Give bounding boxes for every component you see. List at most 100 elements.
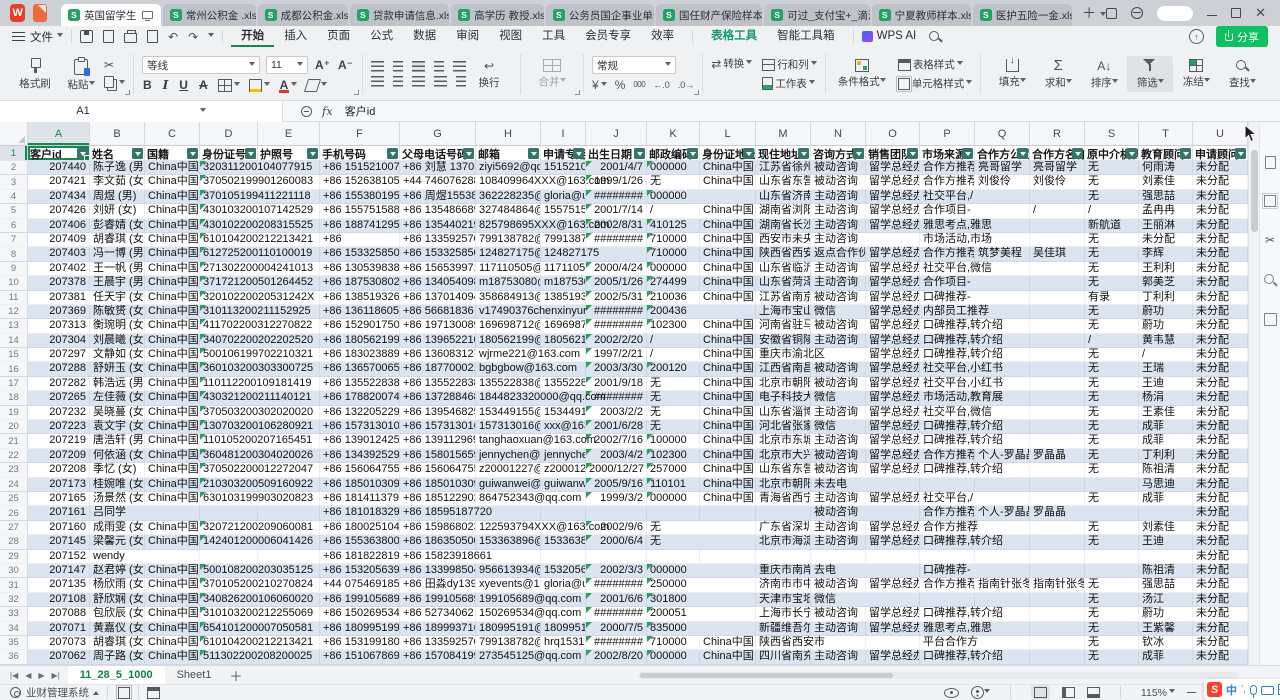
cell-L26[interactable]	[700, 506, 756, 519]
cell-D17[interactable]: 110112200109181419	[200, 377, 258, 390]
cell-H28[interactable]: 153363896@qq.com	[476, 535, 541, 548]
align-center-icon[interactable]	[393, 76, 403, 87]
cell-F23[interactable]: +86 15606475531	[320, 463, 400, 476]
row-header-25[interactable]: 25	[0, 492, 28, 505]
cell-L9[interactable]: China中国	[700, 262, 756, 275]
cell-U10[interactable]: 未分配	[1193, 276, 1248, 289]
cell-R20[interactable]	[1030, 420, 1085, 433]
sum-button[interactable]: Σ求和	[1035, 57, 1081, 92]
cell-G16[interactable]: +86 18770002151	[400, 362, 476, 375]
filter-dropdown-icon[interactable]	[1017, 148, 1028, 159]
cell-J14[interactable]: 2002/2/20	[586, 334, 647, 347]
cell-A3[interactable]: 207421	[28, 175, 90, 188]
cell-N30[interactable]: 去电	[811, 564, 866, 577]
cell-L36[interactable]: China中国	[700, 650, 756, 663]
cell-C19[interactable]: China中国	[145, 406, 200, 419]
cell-N3[interactable]: 被动咨询	[811, 175, 866, 188]
cell-T14[interactable]: 黄韦慧	[1139, 334, 1193, 347]
export-icon[interactable]	[103, 30, 114, 43]
filter-dropdown-icon[interactable]	[1235, 148, 1246, 159]
cell-P3[interactable]: 合作方推荐	[920, 175, 975, 188]
cell-C20[interactable]: China中国	[145, 420, 200, 433]
cell-D14[interactable]: 340702200202202520	[200, 334, 258, 347]
row-header-29[interactable]: 29	[0, 550, 28, 563]
cell-N34[interactable]: 主动咨询	[811, 622, 866, 635]
cell-R34[interactable]	[1030, 622, 1085, 635]
cell-B5[interactable]: 刘妍 (女)	[90, 204, 145, 217]
cell-D34[interactable]: 654101200007050581	[200, 622, 258, 635]
cell-O6[interactable]: 留学总经办	[866, 219, 920, 232]
cell-S5[interactable]: /	[1085, 204, 1139, 217]
cell-M31[interactable]: 济南市市中区	[756, 578, 811, 591]
col-header-L[interactable]: L	[700, 122, 756, 146]
cell-T5[interactable]: 孟冉冉	[1139, 204, 1193, 217]
cell-J19[interactable]: 2003/2/2	[586, 406, 647, 419]
cell-A21[interactable]: 207219	[28, 434, 90, 447]
cell-A11[interactable]: 207381	[28, 291, 90, 304]
cell-B20[interactable]: 袁文宇 (女)	[90, 420, 145, 433]
cell-H19[interactable]: 153449155@qq.com	[476, 406, 541, 419]
cell-S32[interactable]: 无	[1085, 593, 1139, 606]
find-button[interactable]: 查找	[1219, 57, 1265, 92]
cell-K6[interactable]: 410125	[647, 219, 700, 232]
cell-U8[interactable]: 未分配	[1193, 247, 1248, 260]
menu-tools[interactable]: 工具	[532, 26, 575, 47]
cell-A8[interactable]: 207403	[28, 247, 90, 260]
cell-B4[interactable]: 周煜 (男)	[90, 190, 145, 203]
row-header-12[interactable]: 12	[0, 305, 28, 318]
cell-L32[interactable]	[700, 593, 756, 606]
cell-F5[interactable]: +86 15575158821	[320, 204, 400, 217]
row-header-4[interactable]: 4	[0, 190, 28, 203]
cell-D20[interactable]: 130703200106280921	[200, 420, 258, 433]
cell-T29[interactable]	[1139, 550, 1193, 563]
menu-page[interactable]: 页面	[317, 26, 360, 47]
cell-J12[interactable]: ########	[586, 305, 647, 318]
cell-R32[interactable]	[1030, 593, 1085, 606]
cell-U26[interactable]: 未分配	[1193, 506, 1248, 519]
sogou-logo[interactable]: S	[1207, 682, 1222, 697]
cell-P34[interactable]: 雅思考点,雅思	[920, 622, 975, 635]
cell-P15[interactable]: 口碑推荐,转介绍	[920, 348, 975, 361]
cell-A12[interactable]: 207369	[28, 305, 90, 318]
cell-A9[interactable]: 207402	[28, 262, 90, 275]
cell-N28[interactable]: 主动咨询	[811, 535, 866, 548]
cell-M3[interactable]: 山东省东营市	[756, 175, 811, 188]
cell-I11[interactable]: 138519326	[541, 291, 586, 304]
header-cell-P[interactable]: 市场来源	[920, 146, 975, 160]
cell-P17[interactable]: 社交平台,小红书	[920, 377, 975, 390]
share-button[interactable]: 分享	[1216, 26, 1268, 47]
cell-M19[interactable]: 山东省淄博市	[756, 406, 811, 419]
cell-C4[interactable]: China中国	[145, 190, 200, 203]
cell-A36[interactable]: 207062	[28, 650, 90, 663]
cell-F12[interactable]: +86 13611860531	[320, 305, 400, 318]
cell-R33[interactable]	[1030, 607, 1085, 620]
cell-D13[interactable]: 411702200312270822	[200, 319, 258, 332]
cell-H11[interactable]: 358684913@qq.com	[476, 291, 541, 304]
cell-O14[interactable]: 留学总经办	[866, 334, 920, 347]
cell-B30[interactable]: 赵君婷 (女)	[90, 564, 145, 577]
cell-T27[interactable]: 刘素佳	[1139, 521, 1193, 534]
cell-T21[interactable]: 成菲	[1139, 434, 1193, 447]
cell-F18[interactable]: +86 17882007461	[320, 391, 400, 404]
cell-H33[interactable]: 150269534@qq.com	[476, 607, 541, 620]
cell-N12[interactable]: 微信	[811, 305, 866, 318]
cell-F35[interactable]: +86 15319918061	[320, 636, 400, 649]
fx-icon[interactable]: fx	[322, 104, 333, 118]
cell-R25[interactable]	[1030, 492, 1085, 505]
cell-L28[interactable]	[700, 535, 756, 548]
cell-B9[interactable]: 王一帆 (男)	[90, 262, 145, 275]
menu-review[interactable]: 审阅	[446, 26, 489, 47]
filter-dropdown-icon[interactable]	[743, 148, 754, 159]
cell-C35[interactable]: China中国	[145, 636, 200, 649]
cell-I13[interactable]: 169698712	[541, 319, 586, 332]
cell-B3[interactable]: 李文茹 (女)	[90, 175, 145, 188]
row-header-16[interactable]: 16	[0, 362, 28, 375]
eye-icon[interactable]	[944, 688, 959, 698]
cell-D18[interactable]: 430321200211140121	[200, 391, 258, 404]
cell-M17[interactable]: 北京市朝阳区	[756, 377, 811, 390]
cell-R13[interactable]	[1030, 319, 1085, 332]
cell-B27[interactable]: 成雨雯 (女)	[90, 521, 145, 534]
header-cell-C[interactable]: 国籍	[145, 146, 200, 160]
filter-dropdown-icon[interactable]	[307, 148, 318, 159]
cell-G24[interactable]: +86 18501030981	[400, 478, 476, 491]
